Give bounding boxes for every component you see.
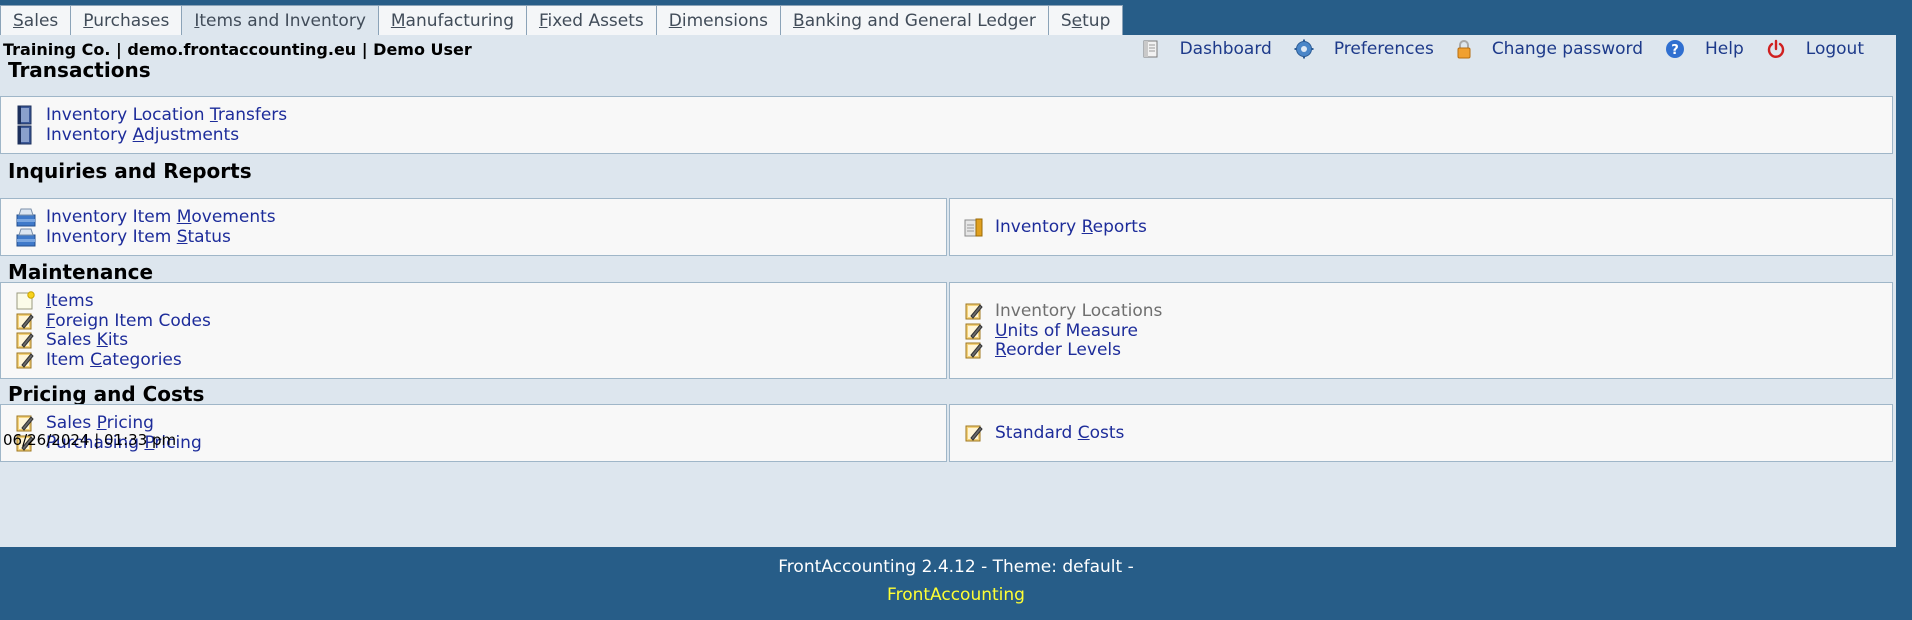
header-link-label: Preferences bbox=[1333, 39, 1434, 59]
module-tabs: Sales Purchases Items and Inventory Manufac… bbox=[0, 5, 1124, 36]
transactions-box: Inventory Location Transfers Inventory Ad… bbox=[0, 96, 1893, 154]
section-title-inquiries: Inquiries and Reports bbox=[8, 159, 252, 183]
inquiry-icon bbox=[15, 207, 36, 227]
menu-item-label: Item Categories bbox=[46, 349, 182, 370]
report-icon bbox=[964, 217, 984, 237]
menu-item-label: Foreign Item Codes bbox=[46, 310, 211, 331]
maintenance-right-box: Inventory Locations Units of Measure Reord… bbox=[949, 282, 1893, 379]
tab-manufacturing[interactable]: Manufacturing bbox=[377, 5, 527, 35]
menu-item-inventory-item-movements[interactable]: Inventory Item Movements bbox=[15, 207, 276, 227]
header-links: Dashboard Preferences Change password? Help… bbox=[1120, 39, 1864, 59]
datetime: 06/26/2024 | 01:33 pm bbox=[3, 431, 177, 449]
menu-item-label: Items bbox=[46, 291, 94, 311]
edit-icon bbox=[15, 311, 35, 331]
inquiries-left-box: Inventory Item Movements Inventory Item S… bbox=[0, 198, 947, 256]
transaction-icon bbox=[15, 105, 35, 125]
edit-icon bbox=[964, 321, 984, 341]
logout-link[interactable]: Logout bbox=[1766, 39, 1864, 59]
menu-item-label: Inventory Item Status bbox=[46, 226, 231, 247]
menu-item-label: Inventory Locations bbox=[995, 301, 1163, 321]
inquiry-icon bbox=[15, 227, 36, 247]
tab-banking-and-general-ledger[interactable]: Banking and General Ledger bbox=[780, 5, 1049, 35]
menu-item-label: Inventory Item Movements bbox=[46, 207, 276, 227]
menu-item-standard-costs[interactable]: Standard Costs bbox=[964, 423, 1124, 443]
new-item-icon bbox=[15, 291, 35, 311]
menu-item-sales-kits[interactable]: Sales Kits bbox=[15, 330, 128, 350]
tab-setup[interactable]: Setup bbox=[1047, 5, 1124, 35]
menu-item-units-of-measure[interactable]: Units of Measure bbox=[964, 321, 1138, 341]
edit-icon bbox=[15, 413, 35, 433]
edit-icon bbox=[15, 330, 35, 350]
help-link[interactable]: ? Help bbox=[1665, 39, 1744, 59]
tab-items-and-inventory[interactable]: Items and Inventory bbox=[181, 5, 379, 36]
top-bar: Training Co. | demo.frontaccounting.eu |… bbox=[0, 35, 1896, 69]
tab-fixed-assets[interactable]: Fixed Assets bbox=[525, 5, 657, 35]
section-title-pricing: Pricing and Costs bbox=[8, 382, 205, 406]
menu-item-inventory-item-status[interactable]: Inventory Item Status bbox=[15, 227, 231, 247]
edit-icon bbox=[964, 423, 984, 443]
menu-item-inventory-adjustments[interactable]: Inventory Adjustments bbox=[15, 125, 239, 145]
inquiries-right-box: Inventory Reports bbox=[949, 198, 1893, 256]
edit-icon bbox=[964, 340, 984, 360]
menu-item-inventory-locations: Inventory Locations bbox=[964, 301, 1162, 321]
menu-item-label: Standard Costs bbox=[995, 423, 1125, 443]
dashboard-icon bbox=[1142, 40, 1170, 58]
menu-item-item-categories[interactable]: Item Categories bbox=[15, 350, 182, 370]
tab-sales[interactable]: Sales bbox=[0, 5, 72, 35]
menu-item-inventory-location-transfers[interactable]: Inventory Location Transfers bbox=[15, 105, 287, 125]
svg-text:?: ? bbox=[1671, 43, 1679, 58]
gear-icon bbox=[1294, 39, 1324, 59]
section-title-maintenance: Maintenance bbox=[8, 260, 154, 284]
edit-icon bbox=[964, 301, 984, 321]
company-info: Training Co. | demo.frontaccounting.eu |… bbox=[3, 40, 472, 59]
preferences-link[interactable]: Preferences bbox=[1294, 39, 1434, 59]
menu-item-label: Inventory Adjustments bbox=[46, 124, 240, 145]
menu-item-label: Inventory Location Transfers bbox=[46, 105, 288, 125]
tab-purchases[interactable]: Purchases bbox=[70, 5, 183, 35]
footer-link[interactable]: FrontAccounting bbox=[0, 585, 1912, 605]
header-link-label: Change password bbox=[1491, 39, 1644, 59]
menu-item-label: Sales Kits bbox=[46, 330, 129, 350]
tab-dimensions[interactable]: Dimensions bbox=[655, 5, 782, 35]
pricing-right-box: Standard Costs bbox=[949, 404, 1893, 462]
menu-item-reorder-levels[interactable]: Reorder Levels bbox=[964, 340, 1121, 360]
menu-item-label: Inventory Reports bbox=[995, 217, 1147, 237]
main-panel: Training Co. | demo.frontaccounting.eu |… bbox=[0, 35, 1896, 547]
lock-icon bbox=[1456, 39, 1482, 59]
header-link-label: Dashboard bbox=[1179, 39, 1272, 59]
help-icon: ? bbox=[1665, 39, 1695, 59]
menu-item-sales-pricing[interactable]: Sales Pricing bbox=[15, 413, 154, 433]
header-link-label: Logout bbox=[1805, 39, 1864, 59]
dashboard-link[interactable]: Dashboard bbox=[1142, 39, 1272, 59]
menu-item-foreign-item-codes[interactable]: Foreign Item Codes bbox=[15, 311, 211, 331]
section-title-transactions: Transactions bbox=[8, 58, 151, 82]
header-link-label: Help bbox=[1705, 39, 1744, 59]
edit-icon bbox=[15, 350, 35, 370]
menu-item-items[interactable]: Items bbox=[15, 291, 94, 311]
menu-item-label: Reorder Levels bbox=[995, 340, 1121, 360]
transaction-icon bbox=[15, 125, 35, 145]
maintenance-left-box: Items Foreign Item Codes Sales Kits Item Ca… bbox=[0, 282, 947, 379]
power-icon bbox=[1766, 39, 1796, 59]
menu-item-inventory-reports[interactable]: Inventory Reports bbox=[964, 217, 1147, 237]
menu-item-label: Sales Pricing bbox=[46, 413, 154, 433]
change-password-link[interactable]: Change password bbox=[1456, 39, 1643, 59]
footer-version: FrontAccounting 2.4.12 - Theme: default … bbox=[778, 557, 1134, 577]
menu-item-label: Units of Measure bbox=[995, 320, 1138, 341]
